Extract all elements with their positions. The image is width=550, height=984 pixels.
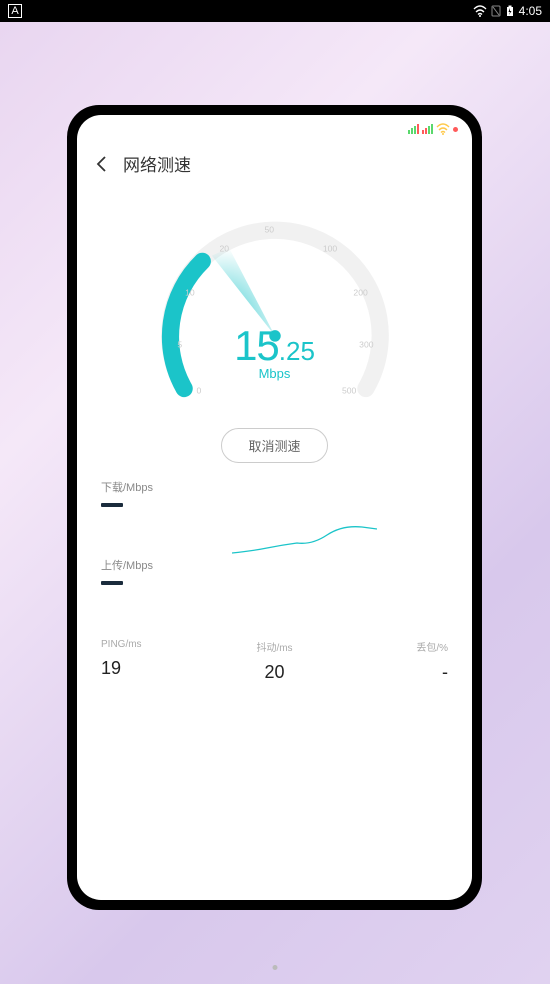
inner-status-bar xyxy=(77,115,472,143)
svg-text:20: 20 xyxy=(219,244,229,254)
back-icon[interactable] xyxy=(93,155,111,173)
download-label: 下载/Mbps xyxy=(101,479,448,495)
svg-text:50: 50 xyxy=(264,225,274,235)
download-sparkline xyxy=(232,523,377,557)
jitter-value: 20 xyxy=(217,662,333,683)
svg-text:200: 200 xyxy=(353,288,368,298)
download-section: 下载/Mbps xyxy=(77,469,472,513)
speed-int: 15 xyxy=(234,322,279,369)
phone-frame: 网络测速 0 5 xyxy=(67,105,482,910)
page-indicator-dot xyxy=(273,965,278,970)
android-badge: A xyxy=(8,4,22,18)
loss-value: - xyxy=(332,662,448,683)
header: 网络测速 xyxy=(77,143,472,184)
loss-label: 丢包/% xyxy=(332,639,448,654)
metric-ping: PING/ms 19 xyxy=(101,639,217,683)
battery-icon xyxy=(505,5,515,17)
svg-text:0: 0 xyxy=(196,385,201,395)
upload-label: 上传/Mbps xyxy=(101,557,448,573)
upload-bar xyxy=(101,581,123,585)
jitter-label: 抖动/ms xyxy=(217,639,333,654)
android-status-bar: A 4:05 xyxy=(0,0,550,22)
ping-value: 19 xyxy=(101,658,217,679)
status-dot-icon xyxy=(453,127,458,132)
svg-text:10: 10 xyxy=(185,288,195,298)
page-title: 网络测速 xyxy=(123,151,191,176)
wifi-icon xyxy=(473,5,487,17)
cancel-test-button[interactable]: 取消测速 xyxy=(221,428,327,463)
metric-jitter: 抖动/ms 20 xyxy=(217,639,333,683)
speed-dec: .25 xyxy=(279,336,315,366)
signal-icon-2 xyxy=(422,124,433,134)
speed-unit: Mbps xyxy=(135,366,415,381)
download-bar xyxy=(101,503,123,507)
metrics-row: PING/ms 19 抖动/ms 20 丢包/% - xyxy=(77,639,472,683)
svg-text:100: 100 xyxy=(322,244,337,254)
speed-gauge: 0 5 10 20 50 100 200 300 500 15.25 Mbps xyxy=(77,202,472,463)
android-clock: 4:05 xyxy=(519,4,542,18)
sim-icon xyxy=(491,5,501,17)
metric-loss: 丢包/% - xyxy=(332,639,448,683)
phone-screen: 网络测速 0 5 xyxy=(77,115,472,900)
speed-readout: 15.25 Mbps xyxy=(135,322,415,381)
svg-text:500: 500 xyxy=(341,385,356,395)
signal-icon-1 xyxy=(408,124,419,134)
ping-label: PING/ms xyxy=(101,639,217,650)
android-status-right: 4:05 xyxy=(473,4,542,18)
inner-wifi-icon xyxy=(436,123,450,135)
